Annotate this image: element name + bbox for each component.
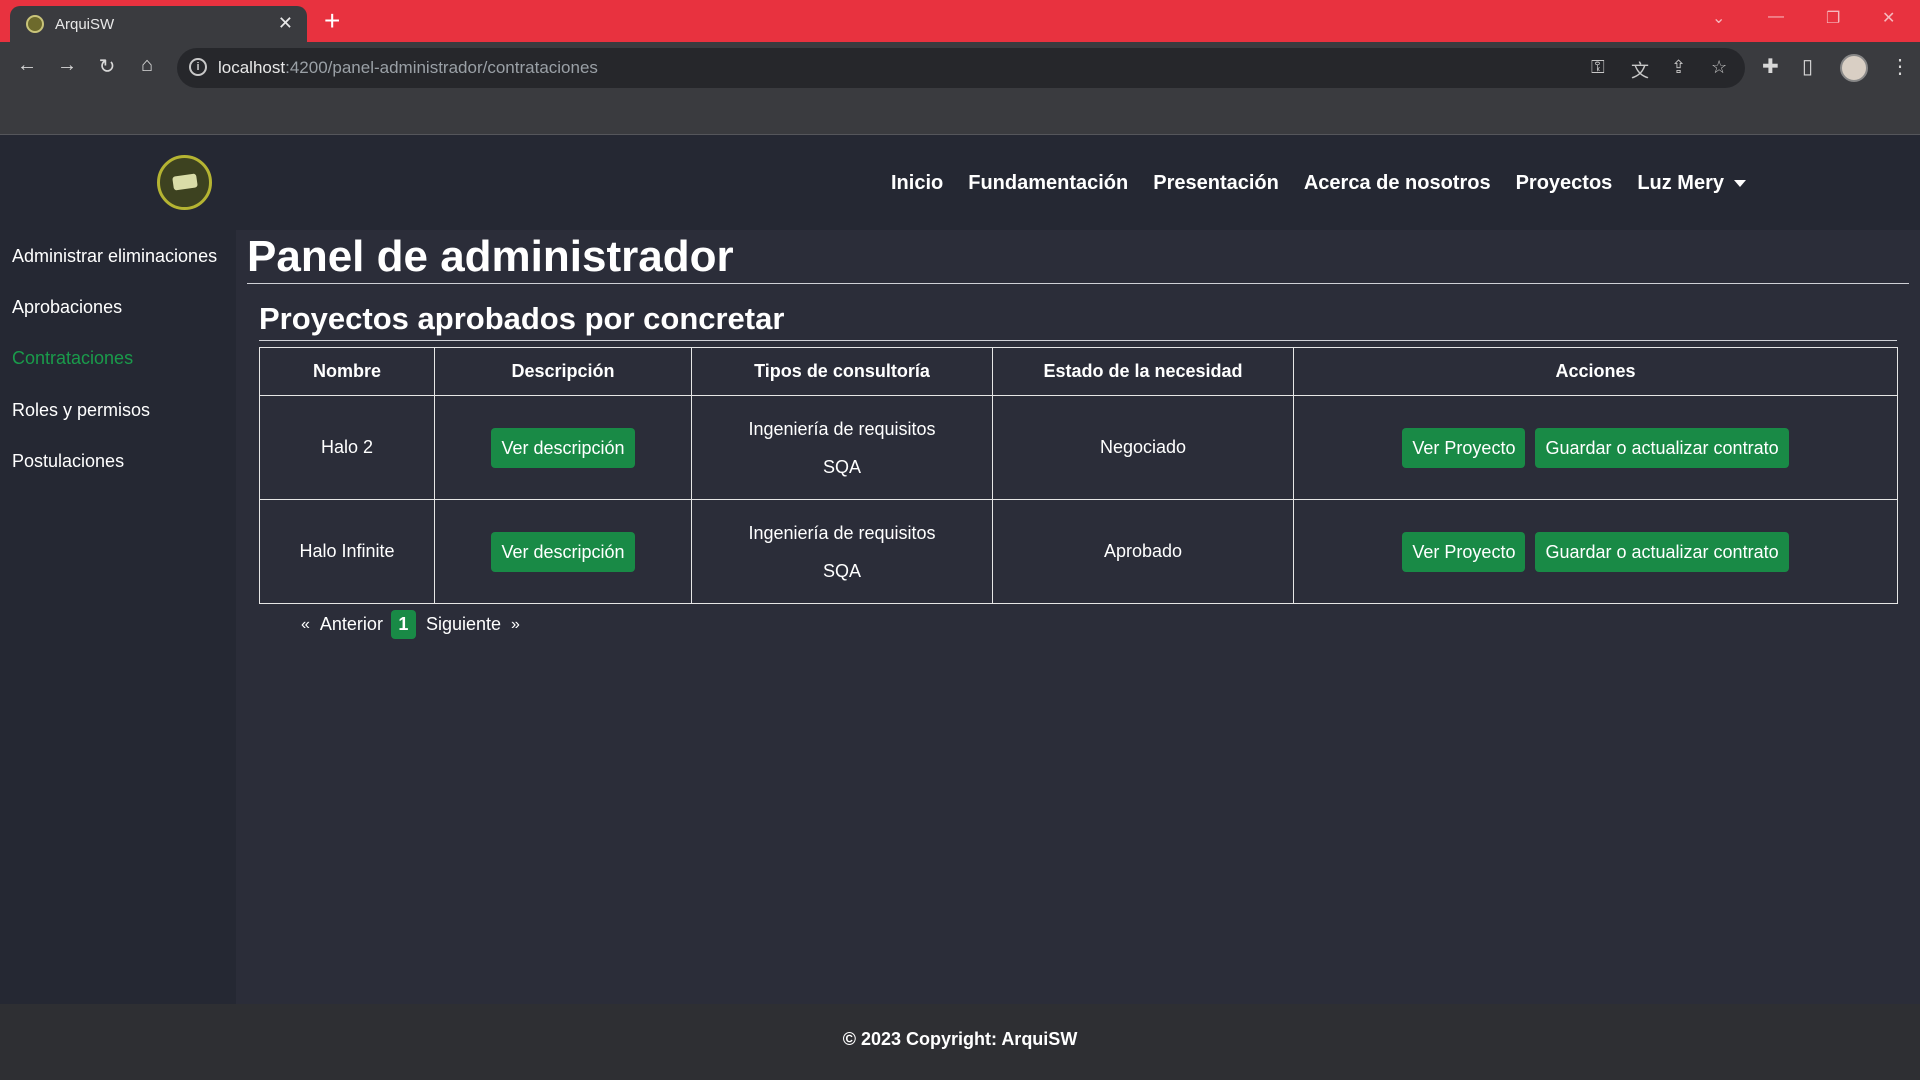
- browser-tab[interactable]: ArquiSW ✕: [10, 6, 307, 42]
- cell-acciones: Ver Proyecto Guardar o actualizar contrat…: [1293, 499, 1898, 604]
- table-row: Halo Infinite Ver descripción Ingeniería…: [259, 499, 1898, 604]
- cell-acciones: Ver Proyecto Guardar o actualizar contrat…: [1293, 395, 1898, 500]
- url-text[interactable]: localhost:4200/panel-administrador/contr…: [218, 58, 598, 78]
- share-icon[interactable]: ⇪: [1671, 57, 1686, 78]
- url-path: :4200/panel-administrador/contrataciones: [285, 58, 598, 77]
- app-header: Inicio Fundamentación Presentación Acerc…: [0, 135, 1920, 230]
- table-row: Halo 2 Ver descripción Ingeniería de req…: [259, 395, 1898, 500]
- nav-acerca[interactable]: Acerca de nosotros: [1304, 172, 1491, 195]
- tipo-item: SQA: [822, 456, 861, 477]
- sidebar-item-postulaciones[interactable]: Postulaciones: [12, 451, 124, 472]
- user-menu[interactable]: Luz Mery: [1637, 172, 1746, 195]
- cell-tipos: Ingeniería de requisitos SQA: [691, 395, 993, 500]
- prev-arrow-icon[interactable]: «: [301, 616, 310, 634]
- ver-descripcion-button[interactable]: Ver descripción: [491, 531, 635, 572]
- cell-descripcion: Ver descripción: [434, 395, 692, 500]
- cell-descripcion: Ver descripción: [434, 499, 692, 604]
- section-divider: [259, 340, 1897, 341]
- nav-fundamentacion[interactable]: Fundamentación: [968, 172, 1128, 195]
- window-close-icon[interactable]: ✕: [1882, 8, 1895, 28]
- translate-icon[interactable]: 文: [1631, 57, 1649, 83]
- cell-tipos: Ingeniería de requisitos SQA: [691, 499, 993, 604]
- profile-avatar[interactable]: [1840, 54, 1868, 82]
- address-bar[interactable]: i localhost:4200/panel-administrador/con…: [177, 48, 1745, 88]
- ver-proyecto-button[interactable]: Ver Proyecto: [1402, 427, 1526, 468]
- side-panel-icon[interactable]: ▯: [1802, 54, 1813, 79]
- browser-tabbar: ArquiSW ✕ + ⌄ — ❐ ✕: [0, 0, 1920, 42]
- guardar-contrato-button[interactable]: Guardar o actualizar contrato: [1535, 531, 1789, 572]
- extensions-icon[interactable]: ✚: [1762, 54, 1779, 79]
- col-tipos: Tipos de consultoría: [691, 347, 993, 396]
- cell-estado: Aprobado: [992, 499, 1294, 604]
- guardar-contrato-button[interactable]: Guardar o actualizar contrato: [1535, 427, 1789, 468]
- current-page[interactable]: 1: [390, 610, 416, 639]
- bookmark-star-icon[interactable]: ☆: [1711, 57, 1727, 78]
- nav-inicio[interactable]: Inicio: [891, 172, 943, 195]
- col-nombre: Nombre: [259, 347, 435, 396]
- prev-page-link[interactable]: Anterior: [320, 614, 383, 635]
- menu-kebab-icon[interactable]: ⋮: [1890, 54, 1910, 79]
- main-nav: Inicio Fundamentación Presentación Acerc…: [891, 172, 1746, 195]
- forward-icon[interactable]: →: [54, 54, 80, 77]
- tipo-item: Ingeniería de requisitos: [748, 522, 936, 543]
- site-info-icon[interactable]: i: [189, 58, 207, 76]
- col-acciones: Acciones: [1293, 347, 1898, 396]
- tipo-item: SQA: [822, 560, 861, 581]
- back-icon[interactable]: ←: [14, 54, 40, 77]
- tipo-item: Ingeniería de requisitos: [748, 418, 936, 439]
- nav-presentacion[interactable]: Presentación: [1153, 172, 1279, 195]
- browser-toolbar: ← → ↻ ⌂ i localhost:4200/panel-administr…: [0, 42, 1920, 94]
- key-icon[interactable]: ⚿: [1591, 57, 1605, 78]
- cell-nombre: Halo 2: [259, 395, 435, 500]
- page-title: Panel de administrador: [247, 232, 734, 281]
- tab-search-icon[interactable]: ⌄: [1712, 8, 1725, 28]
- col-descripcion: Descripción: [434, 347, 692, 396]
- caret-down-icon: [1734, 180, 1746, 188]
- sidebar-item-aprobaciones[interactable]: Aprobaciones: [12, 297, 122, 318]
- bookmarks-bar: [0, 94, 1920, 135]
- ver-proyecto-button[interactable]: Ver Proyecto: [1402, 531, 1526, 572]
- title-divider: [247, 283, 1909, 284]
- new-tab-icon[interactable]: +: [324, 4, 340, 38]
- cell-nombre: Halo Infinite: [259, 499, 435, 604]
- favicon-icon: [26, 15, 44, 33]
- sidebar-item-contrataciones[interactable]: Contrataciones: [12, 348, 133, 369]
- col-estado: Estado de la necesidad: [992, 347, 1294, 396]
- footer: © 2023 Copyright: ArquiSW: [0, 1004, 1920, 1080]
- cell-estado: Negociado: [992, 395, 1294, 500]
- section-title: Proyectos aprobados por concretar: [259, 301, 785, 336]
- minimize-icon[interactable]: —: [1768, 8, 1784, 26]
- tab-title: ArquiSW: [55, 16, 115, 33]
- table-header-row: Nombre Descripción Tipos de consultoría …: [259, 347, 1898, 396]
- url-host: localhost: [218, 58, 286, 77]
- next-page-link[interactable]: Siguiente: [426, 614, 501, 635]
- sidebar-item-eliminaciones[interactable]: Administrar eliminaciones: [12, 246, 217, 267]
- sidebar: Administrar eliminaciones Aprobaciones C…: [0, 230, 236, 1004]
- restore-icon[interactable]: ❐: [1826, 8, 1840, 28]
- reload-icon[interactable]: ↻: [94, 54, 120, 79]
- nav-proyectos[interactable]: Proyectos: [1516, 172, 1613, 195]
- sidebar-item-roles[interactable]: Roles y permisos: [12, 400, 150, 421]
- ver-descripcion-button[interactable]: Ver descripción: [491, 427, 635, 468]
- close-tab-icon[interactable]: ✕: [278, 13, 293, 34]
- next-arrow-icon[interactable]: »: [511, 616, 520, 634]
- user-name: Luz Mery: [1637, 172, 1724, 194]
- pagination: « Anterior 1 Siguiente »: [291, 610, 530, 639]
- home-icon[interactable]: ⌂: [134, 54, 160, 77]
- main-content: Panel de administrador Proyectos aprobad…: [236, 230, 1920, 1004]
- copyright-text: © 2023 Copyright: ArquiSW: [842, 1029, 1078, 1049]
- projects-table: Nombre Descripción Tipos de consultoría …: [259, 347, 1898, 604]
- site-logo[interactable]: [157, 155, 212, 210]
